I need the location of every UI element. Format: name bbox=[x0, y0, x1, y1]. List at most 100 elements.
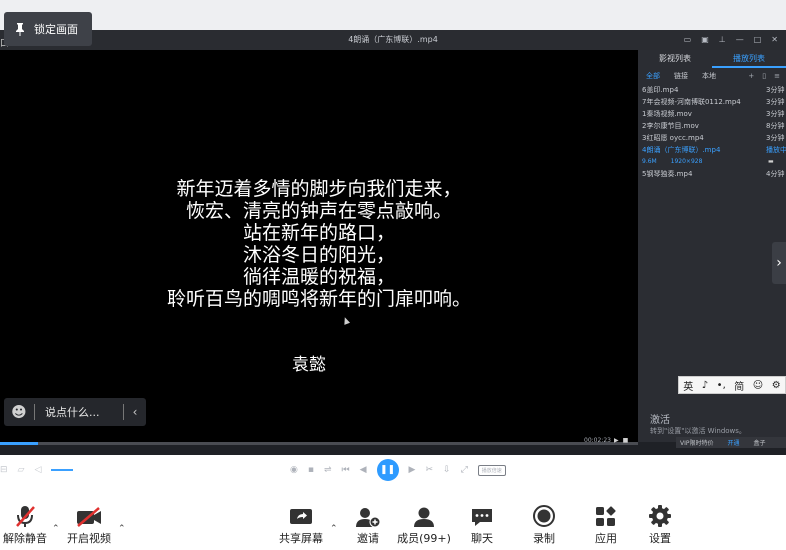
player-controls-center: ◉ ▪ ⇌ ⏮ ◀ ❚❚ ▶ ✂ ⇩ ⤢ 播放倍速 bbox=[290, 455, 506, 485]
ime-simplified-toggle[interactable]: 简 bbox=[734, 378, 744, 393]
rewind-icon[interactable]: ◀ bbox=[360, 465, 367, 475]
chat-input[interactable]: 说点什么... bbox=[35, 404, 123, 420]
collapse-chevron-icon[interactable]: ‹ bbox=[124, 405, 146, 419]
playlist-item-active[interactable]: 4朗诵（广东博联）.mp4 播放中 bbox=[638, 144, 786, 156]
lock-screen-label: 锁定画面 bbox=[34, 23, 78, 36]
share-screen-button[interactable]: 共享屏幕 bbox=[276, 500, 326, 550]
start-video-button[interactable]: 开启视频 bbox=[66, 500, 112, 550]
collapse-sidebar-chevron-icon[interactable]: › bbox=[772, 242, 786, 284]
share-screen-label: 共享屏幕 bbox=[279, 532, 323, 545]
members-button[interactable]: 成员(99+) bbox=[396, 500, 452, 550]
playback-time: 00:02:23 bbox=[584, 437, 611, 444]
video-area[interactable]: 新年迈着多情的脚步向我们走来， 恢宏、清亮的钟声在零点敲响。 站在新年的路口， … bbox=[0, 50, 638, 442]
emoji-icon[interactable]: ☻ bbox=[4, 403, 34, 421]
activation-text: 转到"设置"以激活 Windows。 bbox=[650, 427, 746, 435]
subtab-local[interactable]: 本地 bbox=[702, 71, 716, 81]
lock-screen-button[interactable]: 锁定画面 bbox=[4, 12, 92, 46]
chat-button[interactable]: 聊天 bbox=[466, 500, 498, 550]
progress-bar[interactable] bbox=[0, 442, 638, 445]
expand-icon[interactable]: ⤢ bbox=[461, 465, 468, 475]
window-controls: ▭ ▣ ⊥ — □ ✕ bbox=[684, 30, 778, 50]
vip-text: VIP限时特价 bbox=[680, 440, 714, 447]
volume-slider[interactable] bbox=[51, 469, 74, 471]
ime-moon-icon[interactable]: ♪ bbox=[702, 380, 708, 391]
invite-label: 邀请 bbox=[357, 532, 379, 545]
player-controls: ⊟ ▱ ◁ ◉ ▪ ⇌ ⏮ ◀ ❚❚ ▶ ✂ ⇩ ⤢ 播放倍速 bbox=[0, 455, 786, 485]
playback-speed-button[interactable]: 播放倍速 bbox=[477, 464, 506, 476]
vip-open-button[interactable]: 开通 bbox=[728, 438, 740, 447]
apps-icon bbox=[596, 506, 616, 526]
subtab-all[interactable]: 全部 bbox=[646, 71, 660, 81]
ime-emoji-icon[interactable]: ☺ bbox=[753, 380, 763, 391]
share-options-chevron-icon[interactable]: ⌃ bbox=[330, 524, 338, 534]
poem-line: 聆听百鸟的啁鸣将新年的门扉叩响。 bbox=[166, 288, 471, 310]
invite-button[interactable]: 邀请 bbox=[350, 500, 386, 550]
tab-play-list[interactable]: 播放列表 bbox=[712, 50, 786, 68]
ime-punctuation-icon[interactable]: •, bbox=[717, 380, 726, 391]
vip-banner: VIP限时特价 开通 盒子 bbox=[676, 437, 786, 448]
playlist-toggle-icon[interactable]: ⊟ bbox=[0, 465, 8, 475]
arrow-right-icon[interactable]: ▶ bbox=[614, 437, 623, 444]
forward-icon[interactable]: ▶ bbox=[409, 465, 416, 475]
playlist-item[interactable]: 3红昭愿 oycc.mp4 3分钟 bbox=[638, 132, 786, 144]
record-button[interactable]: 录制 bbox=[528, 500, 560, 550]
equalizer-icon[interactable]: ⇌ bbox=[324, 465, 332, 475]
vip-box-button[interactable]: 盒子 bbox=[754, 438, 766, 447]
playlist-item-duration: 3分钟 bbox=[766, 98, 785, 106]
tab-media-list[interactable]: 影视列表 bbox=[638, 50, 712, 68]
apps-button[interactable]: 应用 bbox=[590, 500, 622, 550]
playlist-item-duration: 4分钟 bbox=[766, 170, 785, 178]
restore-icon[interactable]: □ bbox=[754, 30, 762, 50]
fullscreen-icon[interactable]: ■ bbox=[623, 437, 633, 444]
playlist-item[interactable]: 5钢琴独奏.mp4 4分钟 bbox=[638, 168, 786, 180]
open-folder-icon[interactable]: ▱ bbox=[18, 465, 25, 475]
sidebar-subtabs: 全部 链接 本地 + ▯ ≡ bbox=[638, 68, 786, 84]
playlist-item-status: 播放中 bbox=[766, 146, 786, 154]
settings-button[interactable]: 设置 bbox=[644, 500, 676, 550]
video-options-chevron-icon[interactable]: ⌃ bbox=[118, 524, 126, 534]
file-icon[interactable]: ▯ bbox=[762, 68, 766, 84]
record-label: 录制 bbox=[533, 532, 555, 545]
corner-icons: ▶■ bbox=[614, 437, 632, 444]
poem-line: 新年迈着多情的脚步向我们走来， bbox=[176, 178, 462, 200]
pin-top-icon[interactable]: ⊥ bbox=[719, 30, 726, 50]
chat-icon bbox=[472, 509, 492, 526]
media-player: 口 4朗诵（广东博联）.mp4 ▭ ▣ ⊥ — □ ✕ 新年迈着多情的脚步向我们… bbox=[0, 30, 786, 481]
stop-icon[interactable]: ▪ bbox=[308, 465, 314, 475]
gear-icon bbox=[649, 505, 671, 527]
volume-icon[interactable]: ◁ bbox=[34, 465, 41, 475]
playlist-item[interactable]: 1秦场视频.mov 3分钟 bbox=[638, 108, 786, 120]
eye-icon[interactable]: ◉ bbox=[290, 465, 298, 475]
playlist-item[interactable]: 2李尔康节目.mov 8分钟 bbox=[638, 120, 786, 132]
windows-activation-watermark: 激活 转到"设置"以激活 Windows。 bbox=[650, 415, 786, 436]
more-icon[interactable]: ≡ bbox=[774, 68, 780, 84]
download-icon[interactable]: ⇩ bbox=[443, 465, 451, 475]
cut-icon[interactable]: ✂ bbox=[425, 465, 433, 475]
playlist-item-duration: 3分钟 bbox=[766, 134, 785, 142]
playlist-item-duration: 3分钟 bbox=[766, 86, 785, 94]
playlist-item[interactable]: 7年会视频-河南博联0112.mp4 3分钟 bbox=[638, 96, 786, 108]
unmute-label: 解除静音 bbox=[3, 532, 47, 545]
subtab-links[interactable]: 链接 bbox=[674, 71, 688, 81]
apps-label: 应用 bbox=[595, 532, 617, 545]
screen-icon[interactable]: ▣ bbox=[701, 30, 709, 50]
file-size: 9.6M bbox=[642, 158, 657, 165]
unmute-button[interactable]: 解除静音 bbox=[2, 500, 48, 550]
playlist-tools: + ▯ ≡ bbox=[748, 68, 780, 84]
minimize-icon[interactable]: — bbox=[736, 30, 744, 50]
meeting-top-bar bbox=[0, 0, 786, 30]
skin-icon[interactable]: ▭ bbox=[684, 30, 692, 50]
player-title: 4朗诵（广东博联）.mp4 bbox=[348, 35, 438, 44]
folder-icon[interactable]: ▬ bbox=[768, 156, 774, 168]
pause-button[interactable]: ❚❚ bbox=[376, 459, 399, 481]
add-icon[interactable]: + bbox=[748, 68, 754, 84]
ime-language-toggle[interactable]: 英 bbox=[683, 378, 693, 393]
playlist-item[interactable]: 6盖印.mp4 3分钟 bbox=[638, 84, 786, 96]
file-resolution: 1920×928 bbox=[670, 158, 703, 165]
previous-icon[interactable]: ⏮ bbox=[342, 465, 350, 475]
close-icon[interactable]: ✕ bbox=[771, 30, 778, 50]
audio-options-chevron-icon[interactable]: ⌃ bbox=[52, 524, 60, 534]
playlist-item-name: 6盖印.mp4 bbox=[642, 86, 679, 94]
ime-settings-icon[interactable]: ⚙ bbox=[772, 380, 781, 391]
members-icon bbox=[414, 507, 434, 527]
